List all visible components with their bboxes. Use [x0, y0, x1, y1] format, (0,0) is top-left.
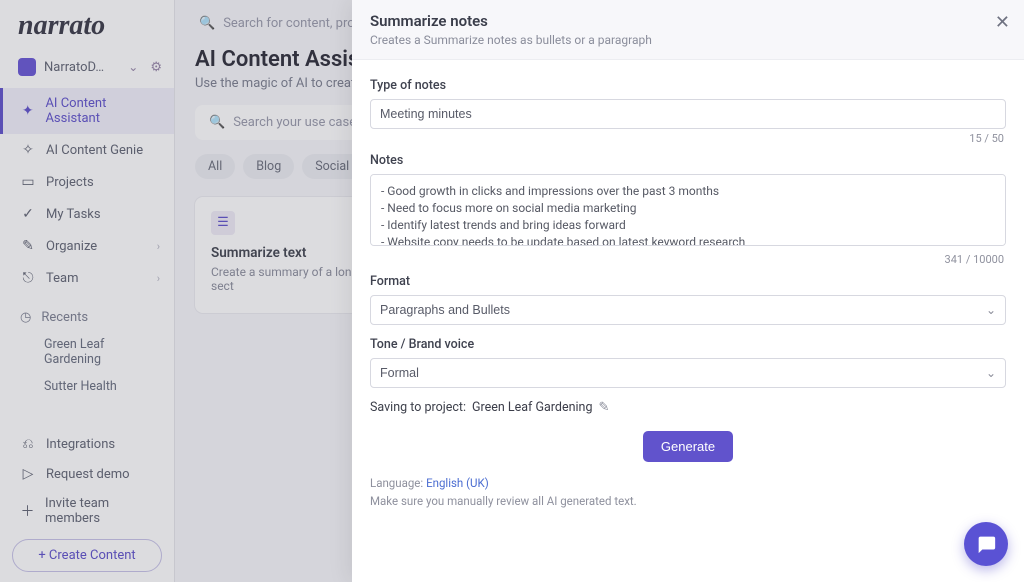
notes-textarea[interactable]	[370, 174, 1006, 246]
saving-project-name: Green Leaf Gardening	[472, 400, 592, 415]
ai-disclaimer: Make sure you manually review all AI gen…	[370, 494, 1006, 508]
type-counter: 15 / 50	[370, 132, 1004, 145]
format-select[interactable]	[370, 295, 1006, 325]
saving-label: Saving to project:	[370, 400, 466, 415]
label-format: Format	[370, 274, 1006, 289]
edit-project-icon[interactable]: ✎	[598, 400, 609, 415]
panel-title: Summarize notes	[370, 12, 1006, 30]
generate-button[interactable]: Generate	[643, 431, 733, 462]
label-type-of-notes: Type of notes	[370, 78, 1006, 93]
label-notes: Notes	[370, 153, 1006, 168]
chat-launcher[interactable]	[964, 522, 1008, 566]
summarize-notes-panel: Summarize notes Creates a Summarize note…	[352, 0, 1024, 582]
notes-counter: 341 / 10000	[370, 253, 1004, 266]
chat-icon	[975, 533, 997, 555]
type-of-notes-input[interactable]	[370, 99, 1006, 129]
tone-select[interactable]	[370, 358, 1006, 388]
label-tone: Tone / Brand voice	[370, 337, 1006, 352]
close-icon[interactable]: ✕	[995, 12, 1010, 33]
language-link[interactable]: English (UK)	[426, 476, 489, 490]
language-label: Language:	[370, 476, 423, 490]
panel-desc: Creates a Summarize notes as bullets or …	[370, 33, 1006, 47]
